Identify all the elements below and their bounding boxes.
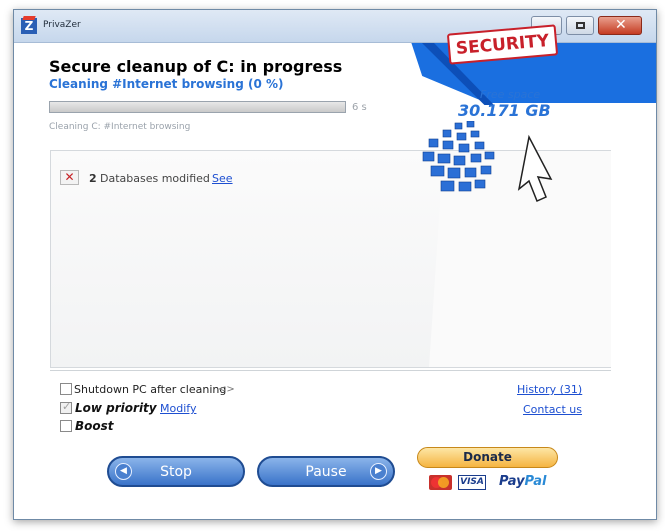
contact-link[interactable]: Contact us bbox=[523, 403, 582, 416]
shutdown-checkbox[interactable] bbox=[60, 383, 72, 395]
low-priority-checkbox[interactable] bbox=[60, 400, 72, 414]
paypal-logo-pal: Pal bbox=[524, 474, 547, 489]
boost-checkbox[interactable] bbox=[60, 420, 72, 432]
low-priority-label: Low priority bbox=[75, 401, 157, 415]
security-stamp-text: SECURITY bbox=[455, 30, 550, 60]
cleaning-status: Cleaning C: #Internet browsing bbox=[49, 122, 191, 132]
free-space-label: Free space bbox=[480, 88, 541, 101]
cursor-arrow-icon bbox=[517, 134, 553, 203]
databases-modified-label: Databases modified bbox=[100, 172, 210, 185]
see-link[interactable]: See bbox=[212, 172, 233, 185]
maximize-button[interactable] bbox=[566, 16, 594, 35]
stop-button[interactable]: ◀ Stop bbox=[107, 456, 245, 487]
databases-count: 2 bbox=[89, 172, 97, 185]
privazer-window: Z PrivaZer ✕ Secure cleanup of C: in pro… bbox=[13, 9, 657, 520]
page-title: Secure cleanup of C: in progress bbox=[49, 57, 343, 76]
shutdown-label: Shutdown PC after cleaning bbox=[74, 383, 227, 396]
paypal-logo-pay: Pay bbox=[499, 474, 525, 489]
title-bar[interactable]: Z PrivaZer ✕ bbox=[14, 10, 656, 43]
paypal-logo: PayPal bbox=[499, 474, 546, 489]
modify-link[interactable]: Modify bbox=[160, 402, 196, 415]
window-title: PrivaZer bbox=[43, 20, 81, 30]
forward-arrow-icon: ▶ bbox=[370, 463, 387, 480]
arrows-icon[interactable]: <> bbox=[218, 384, 235, 395]
close-icon: ✕ bbox=[615, 17, 627, 33]
time-remaining: 6 s bbox=[352, 102, 367, 113]
close-button[interactable]: ✕ bbox=[598, 16, 642, 35]
donate-button[interactable]: Donate bbox=[417, 447, 558, 468]
cubes-cursor-illustration bbox=[422, 121, 553, 203]
stop-label: Stop bbox=[160, 464, 192, 480]
free-space-value: 30.171 GB bbox=[458, 101, 551, 120]
history-link[interactable]: History (31) bbox=[517, 383, 582, 396]
pause-button[interactable]: Pause ▶ bbox=[257, 456, 395, 487]
boost-label: Boost bbox=[75, 419, 114, 433]
progress-bar bbox=[49, 101, 346, 113]
x-mark-icon: ✕ bbox=[60, 170, 79, 185]
cleaning-subtitle: Cleaning #Internet browsing (0 %) bbox=[49, 77, 284, 91]
privazer-logo-icon: Z bbox=[21, 18, 37, 34]
visa-icon: VISA bbox=[458, 475, 486, 490]
divider bbox=[50, 370, 611, 371]
mastercard-icon bbox=[429, 475, 452, 490]
maximize-icon bbox=[576, 22, 585, 29]
